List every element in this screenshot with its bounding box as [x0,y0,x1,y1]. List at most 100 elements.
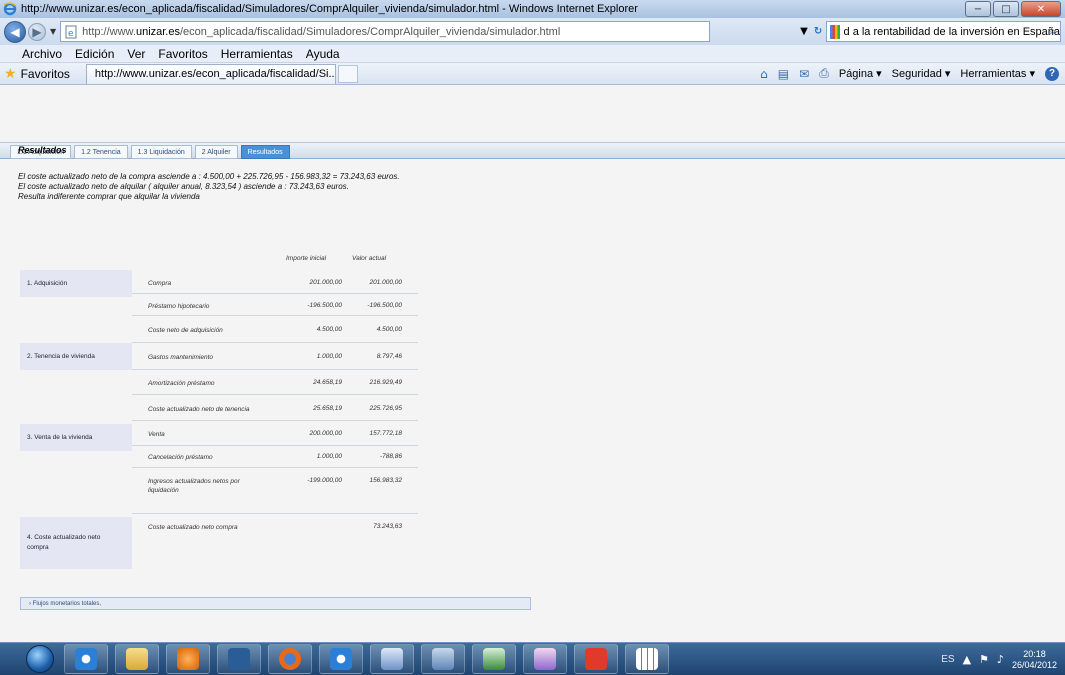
internet-explorer-icon [75,648,97,670]
site-tab-strip: 1.1 Adquisición 1.2 Tenencia 1.3 Liquida… [0,142,1065,159]
summary-line-rent: El coste actualizado neto de alquilar ( … [18,182,349,191]
favorites-label: Favoritos [20,66,70,81]
help-icon[interactable]: ? [1045,66,1059,81]
row-label-coste-tenencia: Coste actualizado neto de tenencia [148,406,250,413]
tab-liquidacion[interactable]: 1.3 Liquidación [130,145,192,159]
row-label-coste-adquisicion: Coste neto de adquisición [148,327,223,334]
menu-ver[interactable]: Ver [127,47,145,61]
summary-line-conclusion: Resulta indiferente comprar que alquilar… [18,192,200,201]
refresh-icon[interactable]: ↻ [814,26,822,37]
row-label-gastos: Gastos mantenimiento [148,354,214,361]
maximize-button[interactable]: □ [993,1,1019,17]
menu-herramientas[interactable]: Herramientas [221,47,293,61]
value-ingresos-current: 156.983,32 [369,477,402,484]
feeds-icon[interactable]: ▤ [778,67,789,81]
grid-icon [636,648,658,670]
page-title: Resultados [18,145,67,155]
search-box[interactable]: d a la rentabilidad de la inversión en E… [826,21,1061,42]
search-text: d a la rentabilidad de la inversión en E… [843,25,1060,38]
favorites-bar: ★ Favoritos http://www.unizar.es/econ_ap… [0,63,1065,85]
flujos-expander[interactable]: › Flujos monetarios totales, [20,597,531,610]
word-icon [381,648,403,670]
taskbar-paint[interactable] [523,644,567,674]
taskbar-ie[interactable] [64,644,108,674]
paint-icon [534,648,556,670]
address-dropdown-icon[interactable]: ▼ [800,26,808,37]
taskbar-calc[interactable] [625,644,669,674]
value-gastos-current: 8.797,46 [376,353,402,360]
window-title-bar: http://www.unizar.es/econ_aplicada/fisca… [0,0,1065,18]
folder-icon [126,648,148,670]
row-divider [132,467,418,468]
page-content [0,85,1065,642]
network-icon[interactable]: ▲ [963,653,971,666]
close-button[interactable]: ✕ [1021,1,1061,17]
taskbar-m-app[interactable] [574,644,618,674]
row-label-cancelacion: Cancelación préstamo [148,454,213,461]
value-compra-current: 201.000,00 [369,279,402,286]
tab-resultados[interactable]: Resultados [240,145,290,159]
taskbar-explorer[interactable] [115,644,159,674]
row-divider [132,369,418,370]
clock[interactable]: 20:18 26/04/2012 [1012,649,1057,671]
mail-icon[interactable]: ✉ [799,67,809,81]
address-bar[interactable]: e http://www. unizar.es/econ_aplicada/fis… [60,21,711,42]
row-divider [132,513,418,514]
url-host: unizar.es [135,25,180,38]
favorites-button[interactable]: ★ Favoritos [4,66,70,82]
checkmark-icon [228,648,250,670]
row-label-amortizacion: Amortización préstamo [148,380,215,387]
forward-button[interactable]: ▶ [28,22,46,41]
col-header-initial: Importe inicial [286,255,327,262]
section-venta: 3. Venta de la vivienda [20,424,132,451]
seguridad-menu[interactable]: Seguridad ▾ [892,67,951,80]
taskbar-ie2[interactable] [319,644,363,674]
print-icon[interactable]: ⎙ [819,66,829,81]
menu-favoritos[interactable]: Favoritos [158,47,207,61]
pagina-menu[interactable]: Página ▾ [839,67,882,80]
col-header-current: Valor actual [352,255,387,262]
row-label-compra: Compra [148,280,172,287]
new-tab-button[interactable] [337,64,358,83]
results-summary: El coste actualizado neto de la compra a… [18,172,400,202]
search-icon[interactable]: ⌕ [1049,24,1056,39]
herramientas-menu[interactable]: Herramientas ▾ [960,67,1035,80]
menu-edicion[interactable]: Edición [75,47,114,61]
browser-tab[interactable]: http://www.unizar.es/econ_aplicada/fisca… [85,63,336,84]
url-prefix: http://www. [82,25,136,38]
row-label-prestamo: Préstamo hipotecario [148,303,210,310]
address-row: ◀ ▶ ▼ e http://www. unizar.es/econ_aplica… [0,18,1065,45]
taskbar-check[interactable] [217,644,261,674]
flag-icon[interactable]: ⚑ [979,653,989,666]
row-divider [132,445,418,446]
taskbar-firefox[interactable] [268,644,312,674]
value-coste-adquisicion-current: 4.500,00 [376,326,402,333]
history-dropdown-icon[interactable]: ▼ [50,27,56,36]
back-button[interactable]: ◀ [4,20,26,43]
excel-icon [483,648,505,670]
system-tray: ES ▲ ⚑ ♪ 20:18 26/04/2012 [941,643,1057,675]
menu-ayuda[interactable]: Ayuda [306,47,340,61]
start-button[interactable] [26,645,54,673]
language-indicator[interactable]: ES [941,654,954,665]
taskbar-media[interactable] [166,644,210,674]
taskbar-notes[interactable] [421,644,465,674]
notes-icon [432,648,454,670]
taskbar-word[interactable] [370,644,414,674]
menu-archivo[interactable]: Archivo [22,47,62,61]
row-label-coste-compra: Coste actualizado neto compra [148,524,238,531]
url-path: /econ_aplicada/fiscalidad/Simuladores/Co… [179,25,561,38]
value-coste-compra-current: 73.243,63 [373,523,402,530]
value-venta-current: 157.772,18 [369,430,402,437]
tab-alquiler[interactable]: 2 Alquiler [194,145,238,159]
home-icon[interactable]: ⌂ [760,67,768,81]
tab-tenencia[interactable]: 1.2 Tenencia [74,145,128,159]
minimize-button[interactable]: − [965,1,991,17]
taskbar-excel[interactable] [472,644,516,674]
command-bar: ⌂ ▤ ✉ ⎙ Página ▾ Seguridad ▾ Herramienta… [760,66,1059,81]
tab-title: http://www.unizar.es/econ_aplicada/fisca… [94,68,336,80]
internet-explorer-icon [3,2,17,16]
volume-icon[interactable]: ♪ [997,653,1004,666]
value-prestamo-current: -196.500,00 [367,302,402,309]
value-cancelacion-current: -788,86 [379,453,402,460]
